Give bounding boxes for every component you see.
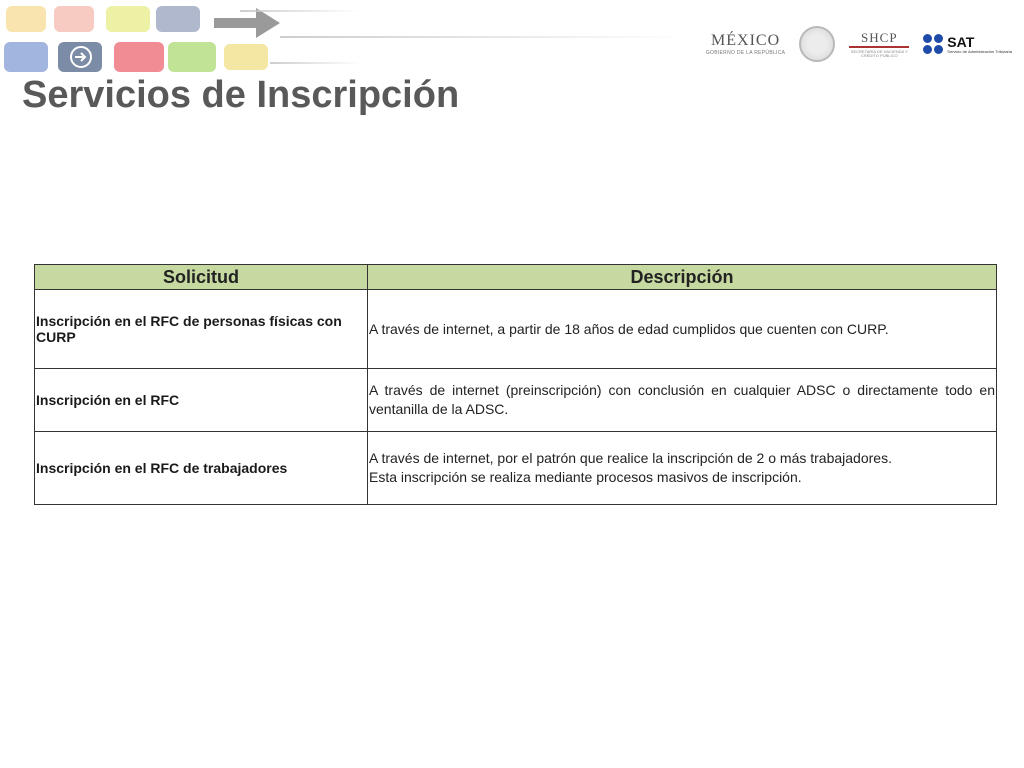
- descripcion-cell: A través de internet, a partir de 18 año…: [367, 289, 997, 369]
- services-table: Solicitud Descripción Inscripción en el …: [34, 264, 997, 505]
- descripcion-cell: A través de internet (preinscripción) co…: [367, 368, 997, 432]
- national-seal-icon: [799, 26, 836, 62]
- table-row: Inscripción en el RFC de trabajadores A …: [34, 431, 997, 505]
- shcp-logo: SHCP SECRETARÍA DE HACIENDA Y CRÉDITO PÚ…: [849, 29, 910, 58]
- column-header-solicitud: Solicitud: [34, 264, 368, 290]
- table-row: Inscripción en el RFC A través de intern…: [34, 368, 997, 432]
- table-header-row: Solicitud Descripción: [34, 264, 997, 290]
- solicitud-cell: Inscripción en el RFC de personas física…: [34, 289, 368, 369]
- column-header-descripcion: Descripción: [367, 264, 997, 290]
- solicitud-cell: Inscripción en el RFC de trabajadores: [34, 431, 368, 505]
- institution-logos: MÉXICO GOBIERNO DE LA REPÚBLICA SHCP SEC…: [706, 26, 1012, 62]
- sat-dots-icon: [923, 34, 944, 54]
- page-title: Servicios de Inscripción: [22, 74, 460, 116]
- sat-logo: SAT Servicio de Administración Tributari…: [923, 34, 1012, 54]
- table-row: Inscripción en el RFC de personas física…: [34, 289, 997, 369]
- header-decoration: [0, 0, 700, 80]
- arrow-circle-icon: [70, 46, 92, 68]
- descripcion-cell: A través de internet, por el patrón que …: [367, 431, 997, 505]
- mexico-logo: MÉXICO GOBIERNO DE LA REPÚBLICA: [705, 31, 786, 56]
- solicitud-cell: Inscripción en el RFC: [34, 368, 368, 432]
